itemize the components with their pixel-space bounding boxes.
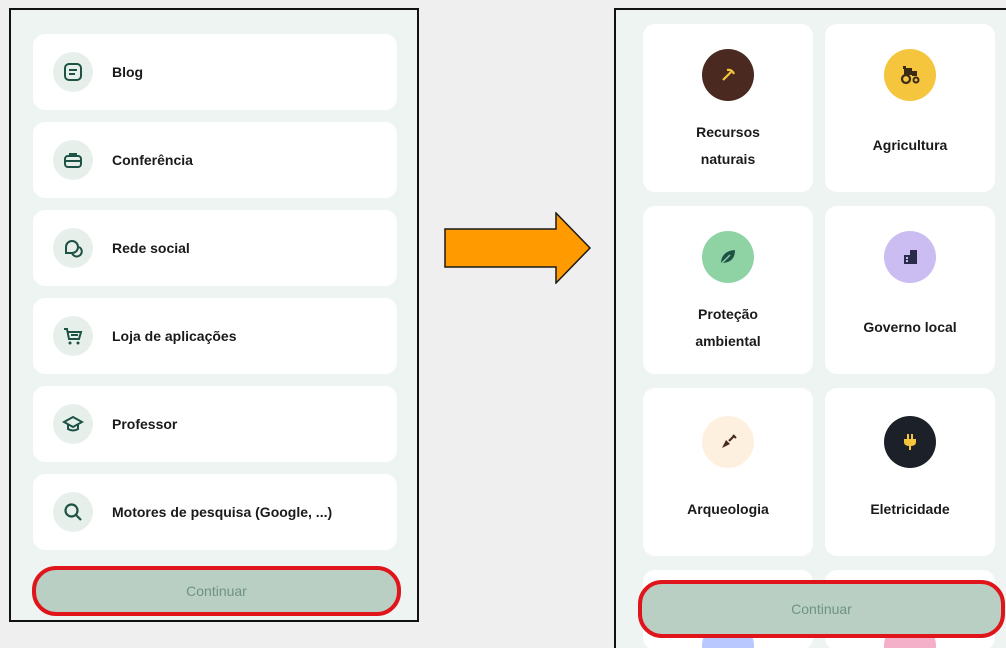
document-icon [53,52,93,92]
list-item-label: Professor [112,416,178,432]
list-item-label: Blog [112,64,144,80]
list-item-conference[interactable]: Conferência [33,122,397,198]
buildings-icon [884,231,936,283]
left-screen: Blog Conferência Rede social Loja de apl… [9,8,419,622]
list-item-blog[interactable]: Blog [33,34,397,110]
list-item-search-engines[interactable]: Motores de pesquisa (Google, ...) [33,474,397,550]
cart-icon [53,316,93,356]
card-local-government[interactable]: Governo local [825,206,995,374]
briefcase-icon [53,140,93,180]
card-label: Arqueologia [687,501,769,517]
card-label: Proteção [698,306,758,322]
card-label: Agricultura [872,137,948,153]
card-natural-resources[interactable]: Recursos naturais [643,24,813,192]
shovel-icon [702,416,754,468]
card-label: Recursos [696,124,760,140]
graduation-cap-icon [53,404,93,444]
list-item-label: Loja de aplicações [112,328,237,344]
list-item-teacher[interactable]: Professor [33,386,397,462]
card-electricity[interactable]: Eletricidade [825,388,995,556]
card-agriculture[interactable]: Agricultura [825,24,995,192]
right-screen: Recursos naturais Agricultura Proteção a… [614,8,1006,648]
continue-button[interactable]: Continuar [32,566,401,616]
list-item-label: Conferência [112,152,193,168]
card-label: ambiental [695,333,761,349]
magnifier-icon [53,492,93,532]
card-archaeology[interactable]: Arqueologia [643,388,813,556]
list-item-app-store[interactable]: Loja de aplicações [33,298,397,374]
list-item-label: Motores de pesquisa (Google, ...) [112,504,333,520]
card-label: Eletricidade [870,501,950,517]
pickaxe-icon [702,49,754,101]
card-environmental-protection[interactable]: Proteção ambiental [643,206,813,374]
card-label: Governo local [863,319,957,335]
chat-bubbles-icon [53,228,93,268]
plug-icon [884,416,936,468]
list-item-social-network[interactable]: Rede social [33,210,397,286]
leaf-icon [702,231,754,283]
card-label: naturais [700,151,756,167]
tractor-icon [884,49,936,101]
continue-button[interactable]: Continuar [638,580,1005,638]
arrow-right-icon [444,212,592,284]
list-item-label: Rede social [112,240,190,256]
